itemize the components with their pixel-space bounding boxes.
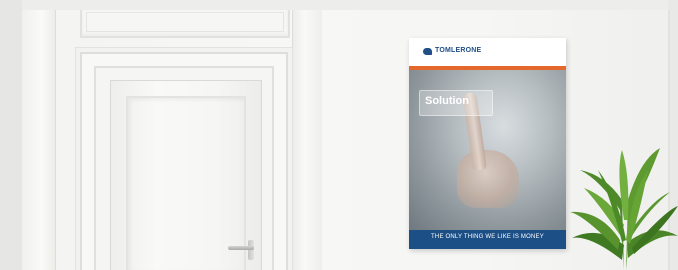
poster-headline: Solution: [425, 95, 469, 107]
transom-inner-panel: [86, 12, 284, 32]
poster-brand: TOMLERONE: [435, 47, 482, 54]
logo-icon: [423, 48, 432, 55]
poster: TOMLERONE Solution THE ONLY THING WE LIK…: [409, 38, 566, 249]
door-handle-plate: [248, 240, 254, 260]
poster-tagline: THE ONLY THING WE LIKE IS MONEY: [431, 234, 544, 240]
poster-header: [409, 38, 566, 66]
wall-pilaster-left: [22, 10, 56, 270]
wall-pilaster-middle: [292, 10, 322, 270]
door-panel: [126, 96, 246, 270]
frame-top: [0, 0, 678, 10]
interior-scene: TOMLERONE Solution THE ONLY THING WE LIK…: [0, 0, 678, 270]
door-handle-icon: [228, 246, 254, 250]
hand-image: [457, 150, 519, 208]
plant-icon: [570, 148, 678, 270]
frame-left: [0, 0, 22, 270]
